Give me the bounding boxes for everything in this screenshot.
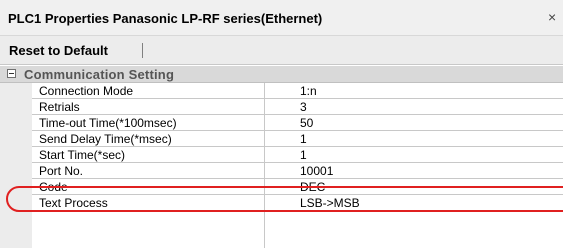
window-title: PLC1 Properties Panasonic LP-RF series(E… xyxy=(8,11,323,26)
property-row-send-delay-time[interactable]: Send Delay Time(*msec) 1 xyxy=(32,131,563,147)
property-gutter xyxy=(0,83,32,248)
title-bar: PLC1 Properties Panasonic LP-RF series(E… xyxy=(0,0,563,36)
property-value[interactable]: 50 xyxy=(300,116,313,130)
property-name: Time-out Time(*100msec) xyxy=(39,116,177,130)
category-label: Communication Setting xyxy=(24,67,175,82)
property-row-port-no[interactable]: Port No. 10001 xyxy=(32,163,563,179)
reset-to-default-button[interactable]: Reset to Default xyxy=(9,43,108,58)
property-name: Port No. xyxy=(39,164,84,178)
port-no-highlight xyxy=(6,186,563,212)
property-name: Start Time(*sec) xyxy=(39,148,126,162)
collapse-icon[interactable] xyxy=(7,69,16,78)
property-row-start-time[interactable]: Start Time(*sec) 1 xyxy=(32,147,563,163)
property-grid: Communication Setting Connection Mode 1:… xyxy=(0,66,563,248)
property-value[interactable]: 1:n xyxy=(300,84,317,98)
property-name: Send Delay Time(*msec) xyxy=(39,132,172,146)
property-value[interactable]: 10001 xyxy=(300,164,333,178)
property-value[interactable]: 1 xyxy=(300,132,307,146)
close-icon[interactable]: × xyxy=(548,9,556,25)
property-row-retrials[interactable]: Retrials 3 xyxy=(32,99,563,115)
property-row-connection-mode[interactable]: Connection Mode 1:n xyxy=(32,83,563,99)
property-value[interactable]: 3 xyxy=(300,100,307,114)
column-divider[interactable] xyxy=(264,83,265,248)
property-row-time-out-time[interactable]: Time-out Time(*100msec) 50 xyxy=(32,115,563,131)
toolbar-separator xyxy=(142,43,143,58)
property-name: Connection Mode xyxy=(39,84,134,98)
property-name: Retrials xyxy=(39,100,80,114)
category-communication-setting[interactable]: Communication Setting xyxy=(0,66,563,83)
property-value[interactable]: 1 xyxy=(300,148,307,162)
toolbar: Reset to Default xyxy=(0,36,563,65)
